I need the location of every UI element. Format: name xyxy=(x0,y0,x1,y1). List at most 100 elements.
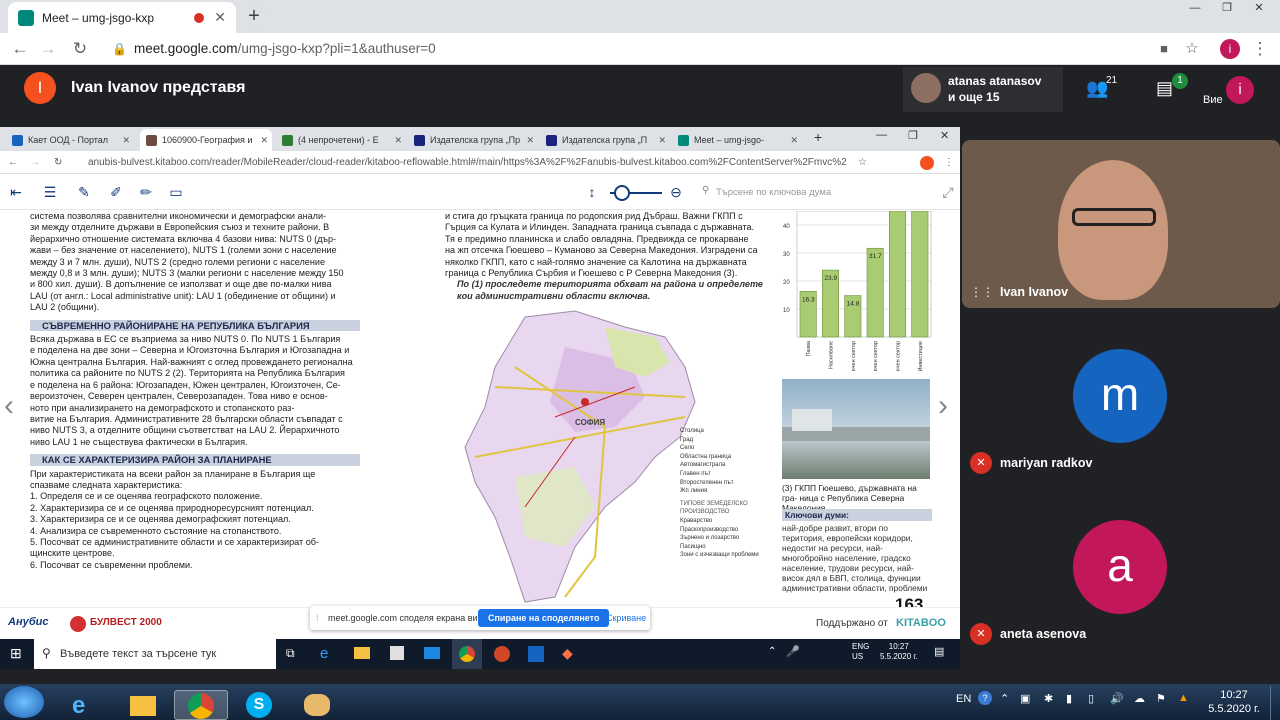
minimize-button[interactable]: — xyxy=(1180,0,1210,16)
maximize-button[interactable]: ❐ xyxy=(1212,0,1242,16)
tray-update-icon[interactable]: ▲ xyxy=(1178,692,1189,704)
mail-icon[interactable] xyxy=(424,647,440,659)
section-heading-2: КАК СЕ ХАРАКТЕРИЗИРА РАЙОН ЗА ПЛАНИРАНЕ xyxy=(30,454,360,466)
text-line: вероизточен, Северен централен, Североза… xyxy=(30,391,328,402)
prev-page-icon[interactable]: ‹ xyxy=(4,389,14,423)
volume-icon[interactable]: 🔊 xyxy=(1110,692,1124,705)
close-tab-icon[interactable]: ✕ xyxy=(214,9,226,26)
zoom-out-icon[interactable]: ⊖ xyxy=(668,184,684,200)
close-tab-icon[interactable]: ✕ xyxy=(122,129,130,151)
system-clock[interactable]: 10:27 5.5.2020 г. xyxy=(1206,688,1262,716)
battery-icon[interactable]: ▯ xyxy=(1088,692,1094,705)
next-page-icon[interactable]: › xyxy=(938,389,948,423)
tray-mic-icon[interactable]: 🎤 xyxy=(786,645,800,658)
toc-toggle-icon[interactable]: ⇤ xyxy=(8,184,24,200)
start-orb-icon[interactable] xyxy=(4,686,44,718)
more-options-icon[interactable]: ⋮⋮ xyxy=(970,285,994,299)
keywords-box: Ключови думи: най-добре развит, втори по… xyxy=(782,509,932,593)
list-icon[interactable]: ☰ xyxy=(42,184,58,200)
shared-new-tab-button[interactable]: + xyxy=(814,129,822,145)
menu-icon[interactable]: ⋮ xyxy=(1250,39,1270,59)
tray-settings-icon[interactable]: ✱ xyxy=(1044,692,1053,705)
bookmark-star-icon[interactable]: ☆ xyxy=(1182,39,1202,57)
powerpoint-icon[interactable] xyxy=(494,646,510,662)
paint-taskbar-button[interactable] xyxy=(290,690,344,720)
shared-menu-icon[interactable]: ⋮ xyxy=(944,151,954,174)
tray-chevron-icon[interactable]: ⌃ xyxy=(1000,692,1009,705)
ie-taskbar-button[interactable]: e xyxy=(58,690,112,720)
shared-tab-1[interactable]: Кает ООД - Портал ✕ xyxy=(6,129,134,151)
x-tick-label: Инвестиции xyxy=(918,341,924,371)
fit-height-icon[interactable]: ↕ xyxy=(584,184,600,200)
border-photo xyxy=(782,379,930,479)
chat-icon[interactable]: ▤ xyxy=(1156,78,1173,99)
shared-back-icon[interactable]: ← xyxy=(8,151,18,174)
close-tab-icon[interactable]: ✕ xyxy=(658,129,666,151)
shared-tab-5[interactable]: Издателска група „П ✕ xyxy=(540,129,670,151)
browser-tab-meet[interactable]: Meet – umg-jsgo-kxp ✕ xyxy=(8,2,236,33)
reader-search-input[interactable]: Търсене по ключова дума xyxy=(700,183,930,203)
camera-icon[interactable]: ■ xyxy=(1154,41,1174,56)
inner-clock[interactable]: 10:27 5.5.2020 г. xyxy=(880,642,918,662)
tray-cloud-icon[interactable]: ☁ xyxy=(1134,692,1145,705)
shared-tab-2[interactable]: 1060900-География и ✕ xyxy=(140,129,272,151)
bookmark-icon[interactable]: ✎ xyxy=(76,184,92,200)
help-icon[interactable]: ? xyxy=(978,691,992,705)
language-indicator[interactable]: EN xyxy=(956,693,971,705)
new-tab-button[interactable]: + xyxy=(242,5,266,29)
highlight-icon[interactable]: ✐ xyxy=(108,184,124,200)
close-tab-icon[interactable]: ✕ xyxy=(394,129,402,151)
edge-icon[interactable]: e xyxy=(320,645,328,662)
people-chip[interactable]: atanas atanasov и още 15 xyxy=(903,67,1063,112)
inner-lang[interactable]: ENG US xyxy=(852,642,869,662)
shared-tab-3[interactable]: (4 непрочетени) - Е ✕ xyxy=(276,129,406,151)
shared-reload-icon[interactable]: ↻ xyxy=(54,151,62,174)
pen-icon[interactable]: ✏ xyxy=(138,184,154,200)
chrome-icon xyxy=(459,646,475,662)
hide-share-bar-button[interactable]: Скриване xyxy=(606,606,646,630)
tray-chevron-icon[interactable]: ⌃ xyxy=(768,646,776,657)
fullscreen-icon[interactable]: ⤢ xyxy=(940,184,956,200)
windows-start-icon[interactable]: ⊞ xyxy=(10,645,22,662)
firefox-icon[interactable]: ◆ xyxy=(562,645,573,662)
tray-flag-icon[interactable]: ⚑ xyxy=(1156,692,1166,705)
profile-avatar[interactable]: i xyxy=(1220,39,1240,59)
explorer-taskbar-button[interactable] xyxy=(116,690,170,720)
close-tab-icon[interactable]: ✕ xyxy=(790,129,798,151)
chrome-taskbar-button[interactable] xyxy=(174,690,228,720)
self-avatar[interactable]: i xyxy=(1226,76,1254,104)
skype-taskbar-button[interactable]: S xyxy=(232,690,286,720)
network-icon[interactable]: ▮ xyxy=(1066,692,1072,705)
shared-address-bar[interactable]: ← → ↻ anubis-bulvest.kitaboo.com/reader/… xyxy=(0,151,960,174)
zoom-slider-thumb[interactable] xyxy=(614,185,630,201)
task-view-icon[interactable]: ⧉ xyxy=(286,646,295,661)
store-icon[interactable] xyxy=(390,646,404,660)
taskbar-search-input[interactable]: Въведете текст за търсене тук xyxy=(34,639,276,669)
address-bar[interactable]: 🔒 meet.google.com/umg-jsgo-kxp?pli=1&aut… xyxy=(104,36,1204,62)
close-window-button[interactable]: ✕ xyxy=(1244,0,1274,16)
notes-icon[interactable]: ▭ xyxy=(168,184,184,200)
close-tab-icon[interactable]: ✕ xyxy=(526,129,534,151)
show-desktop-button[interactable] xyxy=(1270,686,1280,720)
explorer-icon[interactable] xyxy=(354,647,370,659)
shared-maximize-button[interactable]: ❐ xyxy=(908,129,918,142)
shared-tab-6[interactable]: Meet – umg-jsgo- ✕ xyxy=(672,129,802,151)
notifications-icon[interactable]: ▤ xyxy=(934,645,944,658)
border-paragraph: и стига до гръцката граница по родопския… xyxy=(445,211,771,279)
back-button[interactable]: ← xyxy=(10,39,30,59)
forward-button[interactable]: → xyxy=(38,39,58,59)
app-icon[interactable] xyxy=(528,646,544,662)
stop-sharing-button[interactable]: Спиране на споделянето xyxy=(478,609,610,627)
drag-handle-icon[interactable]: ⁞ xyxy=(316,606,319,630)
close-tab-icon[interactable]: ✕ xyxy=(260,129,268,151)
shared-star-icon[interactable]: ☆ xyxy=(858,151,867,174)
shared-close-button[interactable]: ✕ xyxy=(940,129,949,142)
tray-app-icon[interactable]: ▣ xyxy=(1020,692,1030,705)
shared-forward-icon[interactable]: → xyxy=(30,151,40,174)
participant-tile-ivan[interactable]: ⋮⋮ Ivan Ivanov xyxy=(962,140,1280,308)
shared-tab-4[interactable]: Издателска група „Пр ✕ xyxy=(408,129,538,151)
shared-profile-icon[interactable] xyxy=(920,156,934,170)
shared-minimize-button[interactable]: — xyxy=(876,129,887,141)
legend-item: Зърнено и лозарство xyxy=(680,535,740,542)
reload-button[interactable]: ↻ xyxy=(70,39,90,59)
